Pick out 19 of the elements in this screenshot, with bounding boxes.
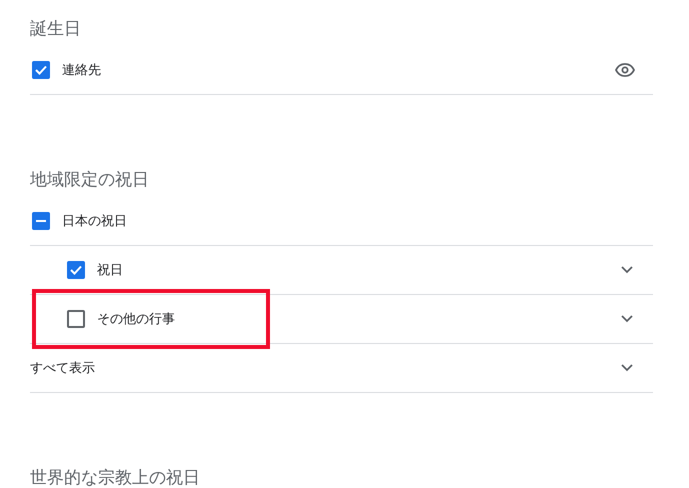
- section-heading: 誕生日: [30, 18, 82, 40]
- checkbox[interactable]: [67, 261, 85, 279]
- chevron-down-icon[interactable]: [621, 266, 633, 274]
- checkbox[interactable]: [32, 212, 50, 230]
- calendar-label: 連絡先: [62, 62, 101, 79]
- calendar-label: その他の行事: [97, 311, 175, 328]
- checkbox[interactable]: [67, 310, 85, 328]
- checkbox[interactable]: [32, 61, 50, 79]
- chevron-down-icon[interactable]: [621, 364, 633, 372]
- checkmark-icon: [35, 65, 47, 75]
- show-all-button[interactable]: すべて表示: [30, 359, 95, 377]
- visibility-icon[interactable]: [615, 63, 635, 77]
- chevron-down-icon[interactable]: [621, 315, 633, 323]
- checkmark-icon: [70, 265, 82, 275]
- calendar-label: 祝日: [97, 262, 123, 279]
- calendar-label: 日本の祝日: [62, 213, 127, 230]
- section-heading: 世界的な宗教上の祝日: [30, 466, 201, 488]
- section-heading: 地域限定の祝日: [30, 168, 150, 192]
- minus-icon: [36, 220, 46, 222]
